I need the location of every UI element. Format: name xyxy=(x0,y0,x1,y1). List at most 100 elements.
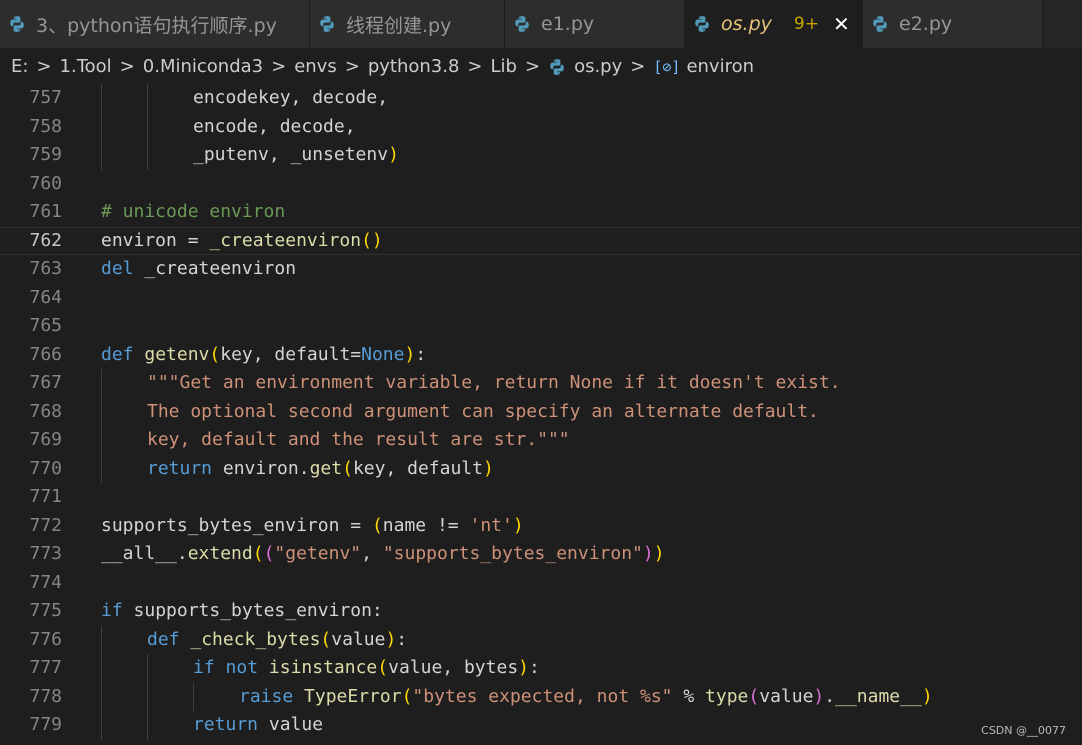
line-number: 767 xyxy=(29,372,62,393)
tab-0[interactable]: 3、python语句执行顺序.py xyxy=(0,0,310,48)
code-line[interactable]: 759 _putenv, _unsetenv) xyxy=(0,141,1082,170)
chevron-right-icon: > xyxy=(344,56,360,77)
code-line[interactable]: 769 key, default and the result are str."… xyxy=(0,426,1082,455)
code-token: # unicode environ xyxy=(101,201,286,222)
problems-badge: 9+ xyxy=(793,14,819,34)
line-number: 775 xyxy=(29,600,62,621)
code-token: key, default= xyxy=(220,343,362,365)
code-line[interactable]: 762 environ = _createenviron() xyxy=(0,227,1082,256)
code-token: __all__. xyxy=(101,543,188,564)
code-line[interactable]: 757 encodekey, decode, xyxy=(0,84,1082,113)
code-line[interactable]: 770 return environ.get(key, default) xyxy=(0,454,1082,483)
python-file-icon xyxy=(515,16,529,32)
code-line[interactable]: 758 encode, decode, xyxy=(0,112,1082,142)
code-line[interactable]: 774 xyxy=(0,569,1082,598)
code-text: environ = _createenviron() xyxy=(101,227,383,256)
code-line[interactable]: 761 # unicode environ xyxy=(0,198,1082,227)
code-token: ( xyxy=(371,514,383,536)
code-token: ( xyxy=(320,628,332,650)
code-line[interactable]: 776 def _check_bytes(value): xyxy=(0,625,1082,655)
editor-tab-bar: 3、python语句执行顺序.py 线程创建.py e1.py os.py 9+ ✕ e2.… xyxy=(0,0,1082,48)
code-line[interactable]: 775 if supports_bytes_environ: xyxy=(0,597,1082,626)
code-token: ) xyxy=(813,685,825,707)
code-token: def xyxy=(147,628,180,650)
code-token: : xyxy=(529,657,540,678)
code-token: ) xyxy=(385,628,397,650)
code-line[interactable]: 773 __all__.extend(("getenv", "supports_b… xyxy=(0,540,1082,569)
line-number: 770 xyxy=(29,457,62,479)
code-line[interactable]: 760 xyxy=(0,170,1082,199)
code-token: getenv xyxy=(144,343,210,365)
python-file-icon xyxy=(10,16,24,32)
code-token: """Get an environment variable, return N… xyxy=(147,372,841,393)
code-token: None xyxy=(361,343,405,365)
code-text: def getenv(key, default=None): xyxy=(101,341,426,370)
breadcrumb-item[interactable]: os.py xyxy=(574,56,622,77)
code-token: "bytes expected, not %s" xyxy=(412,685,673,707)
code-token: _createenviron xyxy=(133,258,297,279)
breadcrumb-item[interactable]: 0.Miniconda3 xyxy=(143,56,263,77)
code-line[interactable]: 779 return value xyxy=(0,711,1082,740)
code-token: . xyxy=(824,685,836,707)
variable-symbol-icon: [⊘] xyxy=(653,57,681,76)
tab-4[interactable]: e2.py xyxy=(863,0,1043,48)
line-number: 779 xyxy=(29,714,62,735)
code-line[interactable]: 765 xyxy=(0,312,1082,341)
breadcrumb-item[interactable]: 1.Tool xyxy=(60,56,112,77)
tab-3[interactable]: os.py 9+ ✕ xyxy=(685,0,863,48)
code-token: ( xyxy=(263,543,275,564)
indent-guide xyxy=(193,682,194,711)
code-token: not xyxy=(225,657,259,678)
code-token: type xyxy=(705,685,749,707)
line-number: 763 xyxy=(29,258,62,279)
indent-guide xyxy=(147,84,148,113)
code-token: ( xyxy=(748,685,760,707)
code-line[interactable]: 766 def getenv(key, default=None): xyxy=(0,341,1082,370)
breadcrumb-item[interactable]: Lib xyxy=(491,56,517,77)
code-token: supports_bytes_environ: xyxy=(122,600,383,621)
code-line[interactable]: 768 The optional second argument can spec… xyxy=(0,397,1082,426)
line-number: 772 xyxy=(29,514,62,536)
code-token: key, default and the result are str.""" xyxy=(147,429,570,450)
code-text: _putenv, _unsetenv) xyxy=(193,141,399,170)
indent-guide xyxy=(101,711,102,740)
breadcrumb-item[interactable]: E: xyxy=(11,56,28,77)
indent-guide xyxy=(147,711,148,740)
tab-1[interactable]: 线程创建.py xyxy=(310,0,505,48)
code-token: ( xyxy=(401,685,413,707)
code-token: value xyxy=(331,628,386,650)
line-number: 765 xyxy=(29,315,62,336)
code-line[interactable]: 763 del _createenviron xyxy=(0,255,1082,284)
line-number: 764 xyxy=(29,286,62,308)
tab-2[interactable]: e1.py xyxy=(505,0,685,48)
code-text: encode, decode, xyxy=(193,113,356,142)
code-token: return xyxy=(147,457,213,479)
code-line[interactable]: 764 xyxy=(0,284,1082,313)
python-file-icon xyxy=(873,16,887,32)
code-token: value xyxy=(759,685,814,707)
indent-guide xyxy=(101,141,102,170)
breadcrumb-item[interactable]: environ xyxy=(686,56,754,77)
breadcrumb-item[interactable]: python3.8 xyxy=(368,56,460,77)
code-line[interactable]: 777 if not isinstance(value, bytes): xyxy=(0,654,1082,683)
code-text: def _check_bytes(value): xyxy=(147,626,407,655)
close-icon[interactable]: ✕ xyxy=(833,12,850,36)
code-text: key, default and the result are str.""" xyxy=(147,426,570,455)
code-line[interactable]: 778 raise TypeError("bytes expected, not … xyxy=(0,682,1082,711)
line-number: 761 xyxy=(29,201,62,222)
python-file-icon xyxy=(695,16,709,32)
code-line[interactable]: 771 xyxy=(0,483,1082,512)
code-line[interactable]: 772 supports_bytes_environ = (name != 'nt… xyxy=(0,512,1082,541)
code-editor[interactable]: 757 encodekey, decode, 758 encode, decode, 7… xyxy=(0,84,1082,745)
code-line[interactable]: 767 """Get an environment variable, retur… xyxy=(0,369,1082,398)
indent-guide xyxy=(101,682,102,711)
code-token: ) xyxy=(404,343,416,365)
line-number: 773 xyxy=(29,543,62,564)
code-token: ( xyxy=(377,657,389,678)
breadcrumb-item[interactable]: envs xyxy=(294,56,337,77)
tab-label: e1.py xyxy=(541,13,595,35)
